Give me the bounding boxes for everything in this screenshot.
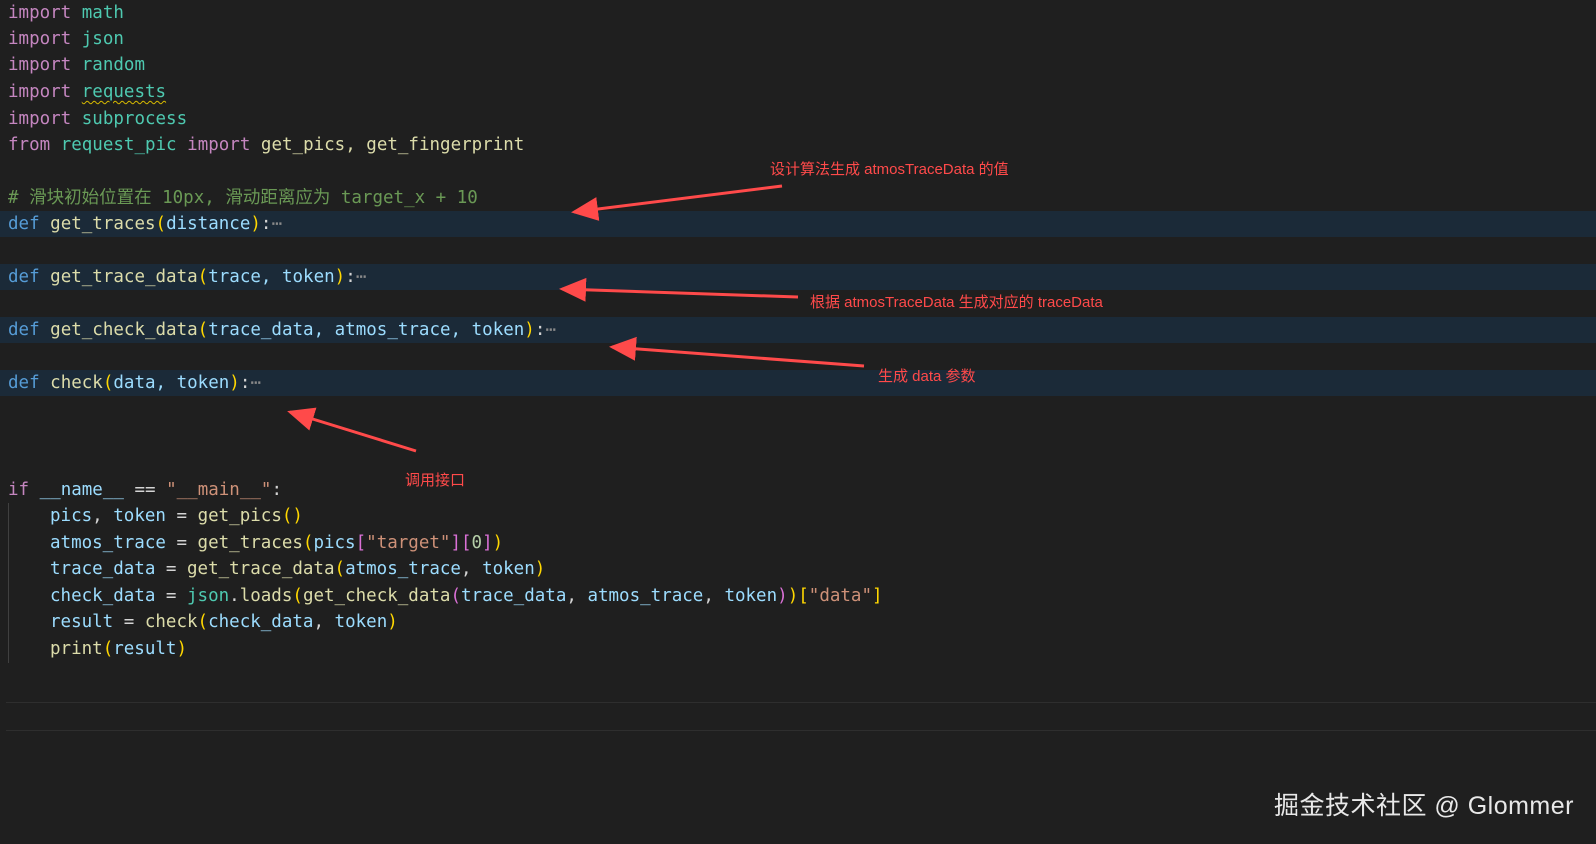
arrow-to-get-trace-data — [559, 277, 799, 302]
watermark: 掘金技术社区 @ Glommer — [1273, 792, 1574, 820]
arrow-to-get-traces — [571, 184, 783, 221]
annotation-arrows — [287, 184, 865, 453]
annotation-label: 设计算法生成 atmosTraceData 的值 — [770, 161, 1009, 178]
arrow-to-get-check-data — [609, 336, 865, 368]
arrow-to-check — [287, 407, 417, 453]
annotation-label: 根据 atmosTraceData 生成对应的 traceData — [810, 294, 1103, 311]
annotation-label: 生成 data 参数 — [878, 368, 976, 385]
annotation-label: 调用接口 — [405, 472, 466, 489]
